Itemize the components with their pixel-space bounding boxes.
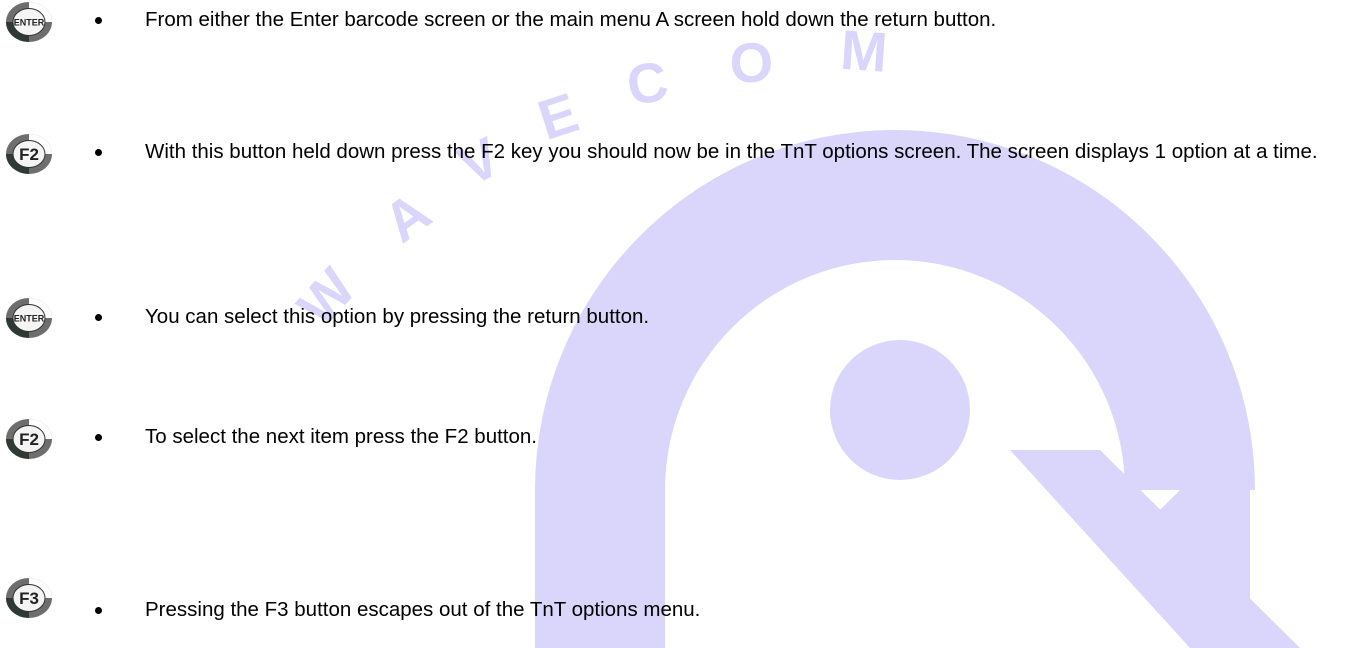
bullet [95,17,102,24]
svg-text:F3: F3 [19,589,39,608]
f3-key-icon: F3 [6,578,52,618]
svg-text:ENTER: ENTER [14,314,45,324]
svg-text:C: C [622,48,673,117]
instruction-text: With this button held down press the F2 … [145,140,1318,163]
bullet [95,314,102,321]
svg-text:F2: F2 [19,145,39,164]
svg-text:O: O [728,30,775,95]
instruction-text: You can select this option by pressing t… [145,305,650,328]
f2-key-icon: F2 [6,419,52,459]
bullet [95,149,102,156]
svg-text:ENTER: ENTER [14,18,45,28]
instruction-text: Pressing the F3 button escapes out of th… [145,598,701,621]
bullet [95,434,102,441]
svg-text:F2: F2 [19,430,39,449]
enter-key-icon: ENTER [6,298,52,338]
f2-key-icon: F2 [6,134,52,174]
instruction-text: To select the next item press the F2 but… [145,425,537,448]
svg-text:A: A [372,180,442,255]
bullet [95,607,102,614]
instruction-text: From either the Enter barcode screen or … [145,8,997,31]
enter-key-icon: ENTER [6,2,52,42]
